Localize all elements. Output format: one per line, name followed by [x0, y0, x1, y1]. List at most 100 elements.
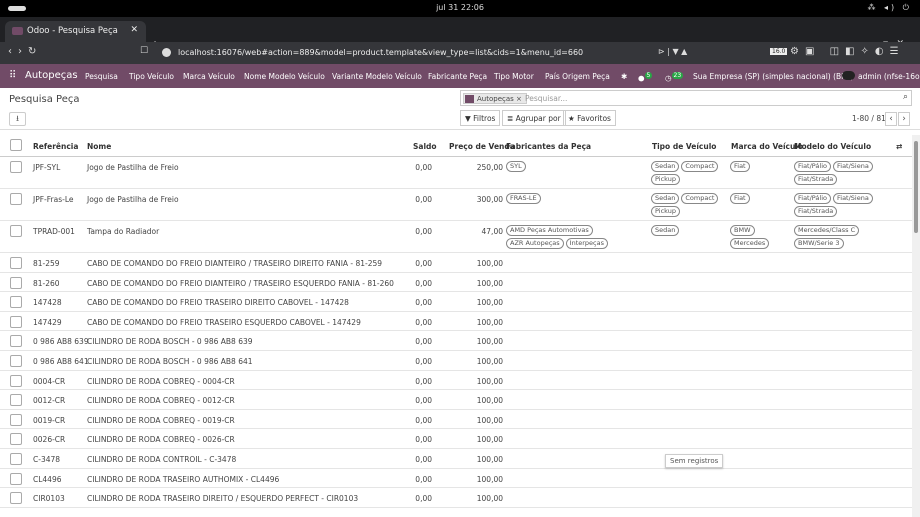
pager-previous-icon[interactable]: ‹: [885, 112, 897, 126]
favorites-button[interactable]: ★ Favoritos: [563, 110, 616, 126]
filters-label: Filtros: [473, 114, 496, 123]
optional-columns-icon[interactable]: ⇄: [896, 142, 902, 151]
table-row[interactable]: 147429 CABO DE COMANDO DO FREIO TRASEIRO …: [0, 312, 912, 332]
company-switcher[interactable]: Sua Empresa (SP) (simples nacional) (BRL…: [693, 72, 854, 81]
cell-ref: 81-260: [33, 278, 60, 288]
table-row[interactable]: 0012-CR CILINDRO DE RODA COBREQ - 0012-CR…: [0, 390, 912, 410]
table-row[interactable]: 81-259 CABO DE COMANDO DO FREIO DIANTEIRO…: [0, 253, 912, 273]
chat-badge: 5: [644, 72, 653, 79]
navigation-icons[interactable]: ‹›↻: [8, 46, 42, 57]
avatar[interactable]: [842, 71, 855, 80]
browser-tab[interactable]: Odoo - Pesquisa Peça ✕: [5, 21, 146, 42]
col-tipo-veiculo[interactable]: Tipo de Veículo: [652, 142, 716, 151]
row-checkbox[interactable]: [10, 355, 22, 367]
tag-badge: Sedan: [651, 225, 680, 236]
col-modelo-veiculo[interactable]: Modelo do Veículo: [794, 142, 871, 151]
user-menu[interactable]: admin (nfse-16o): [858, 72, 920, 81]
table-row[interactable]: TPRAD-001 Tampa do Radiador 0,00 47,00 AMD P…: [0, 221, 912, 253]
menu-marca-veiculo[interactable]: Marca Veículo: [183, 72, 235, 81]
search-icon[interactable]: ⌕: [903, 92, 908, 102]
tag-badge: Fiat/Strada: [794, 174, 838, 185]
menu-variante-modelo-veiculo[interactable]: Variante Modelo Veículo: [332, 72, 422, 81]
scrollbar[interactable]: [912, 135, 920, 517]
cell-name: CABO DE COMANDO DO FREIO TRASEIRO ESQUER…: [87, 317, 361, 327]
row-checkbox[interactable]: [10, 413, 22, 426]
browser-extension-icons[interactable]: ⚙▣ ◫◧✧◐☰: [790, 46, 905, 57]
row-checkbox[interactable]: [10, 453, 22, 465]
row-checkbox[interactable]: [10, 257, 22, 269]
menu-fabricante-peca[interactable]: Fabricante Peça: [428, 72, 487, 81]
row-checkbox[interactable]: [10, 315, 22, 328]
menu-nome-modelo-veiculo[interactable]: Nome Modelo Veículo: [244, 72, 325, 81]
tag-badge: Mercedes/Class C: [794, 225, 860, 236]
table-row[interactable]: JPF-Fras-Le Jogo de Pastilha de Freio 0,00…: [0, 189, 912, 221]
cell-name: CABO DE COMANDO DO FREIO TRASEIRO DIREIT…: [87, 298, 349, 308]
menu-tipo-veiculo[interactable]: Tipo Veículo: [129, 72, 174, 81]
cell-model-tags: Fiat/Pálio Fiat/Siena Fiat/Strada: [794, 193, 894, 217]
address-bar[interactable]: localhost:16076/web#action=889&model=pro…: [158, 45, 718, 61]
search-facet[interactable]: Autopeças ×: [463, 93, 527, 104]
bug-icon[interactable]: ✱: [621, 72, 627, 81]
site-info-icon[interactable]: [162, 48, 171, 57]
filters-button[interactable]: ▼ Filtros: [460, 110, 501, 126]
row-checkbox[interactable]: [10, 161, 22, 173]
group-by-button[interactable]: ≣ Agrupar por: [502, 110, 566, 126]
odoo-version-badge[interactable]: 16.0: [770, 48, 788, 55]
menu-tipo-motor[interactable]: Tipo Motor: [494, 72, 534, 81]
table-row[interactable]: 147428 CABO DE COMANDO DO FREIO TRASEIRO …: [0, 292, 912, 312]
row-checkbox[interactable]: [10, 296, 22, 309]
scrollbar-thumb[interactable]: [914, 141, 918, 233]
cell-ref: 0026-CR: [33, 435, 66, 445]
filter-facet-icon: [465, 95, 474, 103]
table-row[interactable]: 0004-CR CILINDRO DE RODA COBREQ - 0004-CR…: [0, 371, 912, 391]
export-download-icon[interactable]: ⭳: [9, 112, 26, 126]
row-checkbox[interactable]: [10, 335, 22, 348]
menu-pesquisa[interactable]: Pesquisa: [85, 72, 118, 81]
row-checkbox[interactable]: [10, 374, 22, 387]
col-saldo[interactable]: Saldo: [413, 142, 437, 151]
row-checkbox[interactable]: [10, 193, 22, 205]
activity-icon[interactable]: ◷ 23: [665, 72, 684, 83]
row-checkbox[interactable]: [10, 225, 22, 237]
table-row[interactable]: 0026-CR CILINDRO DE RODA COBREQ - 0026-CR…: [0, 429, 912, 449]
bookmark-icon[interactable]: ☐: [140, 46, 148, 56]
row-checkbox[interactable]: [10, 472, 22, 485]
col-fabricantes[interactable]: Fabricantes da Peça: [506, 142, 591, 151]
cell-name: CILINDRO DE RODA BOSCH - 0 986 AB8 641: [87, 357, 253, 366]
col-nome[interactable]: Nome: [87, 142, 111, 151]
pager-value[interactable]: 1-80 / 81: [852, 114, 886, 123]
cell-name: CABO DE COMANDO DO FREIO DIANTEIRO / TRA…: [87, 278, 394, 288]
chat-icon[interactable]: ● 5: [638, 72, 653, 83]
col-marca-veiculo[interactable]: Marca do Veículo: [731, 142, 803, 151]
tag-badge: Compact: [681, 161, 719, 172]
table-row[interactable]: 0 986 AB8 641 CILINDRO DE RODA BOSCH - 0 …: [0, 351, 912, 371]
table-row[interactable]: 81-260 CABO DE COMANDO DO FREIO DIANTEIRO…: [0, 273, 912, 293]
close-tab-icon[interactable]: ✕: [130, 25, 138, 35]
table-row[interactable]: C-3478 CILINDRO DE RODA CONTROIL - C-3478…: [0, 449, 912, 469]
menu-pais-origem-peca[interactable]: País Origem Peça: [545, 72, 610, 81]
table-row[interactable]: 0019-CR CILINDRO DE RODA COBREQ - 0019-CR…: [0, 410, 912, 430]
row-checkbox[interactable]: [10, 276, 22, 289]
table-row[interactable]: CIR0103 CILINDRO DE RODA TRASEIRO DIREITO…: [0, 488, 912, 508]
table-row[interactable]: CL4496 CILINDRO DE RODA TRASEIRO AUTHOMIX…: [0, 469, 912, 489]
table-row[interactable]: JPF-SYL Jogo de Pastilha de Freio 0,00 250,…: [0, 157, 912, 189]
table-row[interactable]: 0 986 AB8 639 CILINDRO DE RODA BOSCH - 0 …: [0, 331, 912, 351]
app-brand[interactable]: Autopeças: [25, 70, 78, 81]
apps-menu-icon[interactable]: ⠿: [9, 70, 16, 81]
row-checkbox[interactable]: [10, 394, 22, 407]
tag-badge: FRAS-LE: [506, 193, 541, 204]
row-checkbox[interactable]: [10, 433, 22, 446]
col-preco-venda[interactable]: Preço de Venda: [449, 142, 515, 151]
cell-saldo: 0,00: [415, 317, 432, 327]
cell-saldo: 0,00: [415, 195, 432, 204]
share-icon[interactable]: ⊳ | ▼ ▲: [658, 47, 687, 56]
col-referencia[interactable]: Referência: [33, 142, 78, 151]
select-all-checkbox[interactable]: [10, 139, 22, 151]
search-bar[interactable]: Autopeças × Pesquisar... ⌕: [460, 90, 912, 106]
search-input[interactable]: Pesquisar...: [525, 94, 567, 103]
row-checkbox[interactable]: [10, 492, 22, 505]
system-tray-icons[interactable]: ⁂ ◂) ⏻: [867, 3, 912, 13]
cell-ref: 81-259: [33, 259, 60, 268]
pager-next-icon[interactable]: ›: [898, 112, 910, 126]
os-clock[interactable]: jul 31 22:06: [0, 3, 920, 12]
